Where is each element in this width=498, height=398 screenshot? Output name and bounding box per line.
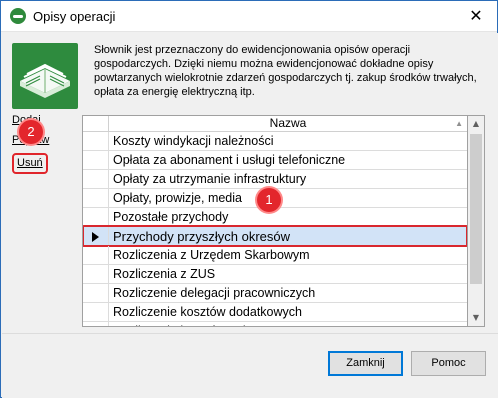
table-row[interactable]: Rozliczenie delegacji pracowniczych (83, 284, 467, 303)
table-row[interactable]: Rozliczenia z Urzędem Skarbowym (83, 246, 467, 265)
table-row[interactable]: Pozostałe przychody (83, 208, 467, 227)
delete-link[interactable]: Usuń (12, 153, 48, 174)
scroll-up-icon[interactable]: ▲ (468, 116, 484, 132)
row-indicator-cell (83, 246, 109, 265)
row-name-cell[interactable]: Pozostałe przychody (113, 208, 228, 227)
table-row[interactable]: Rozliczenie kosztów najmu (83, 322, 467, 326)
app-icon (10, 8, 26, 24)
row-indicator-cell (83, 189, 109, 208)
dialog-content: Słownik jest przeznaczony do ewidencjono… (2, 33, 498, 333)
sort-icon: ▲ (455, 119, 463, 128)
dialog-footer: Zamknij Pomoc (2, 333, 498, 398)
row-name-cell[interactable]: Przychody przyszłych okresów (113, 227, 290, 246)
table-row[interactable]: Opłata za abonament i usługi telefoniczn… (83, 151, 467, 170)
row-name-cell[interactable]: Koszty windykacji należności (113, 132, 274, 151)
table-row[interactable]: Opłaty za utrzymanie infrastruktury (83, 170, 467, 189)
table-row[interactable]: Rozliczenia z ZUS (83, 265, 467, 284)
scroll-thumb[interactable] (470, 134, 482, 284)
row-indicator-cell (83, 132, 109, 151)
current-row-arrow-icon (92, 232, 99, 242)
row-indicator-cell (83, 322, 109, 326)
title-bar[interactable]: Opisy operacji ✕ (1, 1, 497, 32)
window-title: Opisy operacji (33, 9, 116, 24)
row-indicator-cell (83, 170, 109, 189)
row-indicator-cell (83, 284, 109, 303)
close-window-button[interactable]: ✕ (465, 6, 487, 26)
grid-header: Nazwa ▲ (83, 116, 467, 132)
dictionary-description: Słownik jest przeznaczony do ewidencjono… (94, 44, 477, 98)
row-indicator-cell (83, 265, 109, 284)
row-name-cell[interactable]: Opłaty, prowizje, media (113, 189, 242, 208)
row-name-cell[interactable]: Rozliczenie delegacji pracowniczych (113, 284, 315, 303)
column-header-name[interactable]: Nazwa (109, 116, 467, 132)
help-button[interactable]: Pomoc (411, 351, 486, 376)
vertical-scrollbar[interactable]: ▲ ▼ (468, 115, 485, 327)
header-indicator-cell (83, 116, 109, 132)
annotation-badge-2: 2 (19, 120, 43, 144)
row-name-cell[interactable]: Rozliczenie kosztów najmu (113, 322, 263, 326)
annotation-badge-1: 1 (257, 188, 281, 212)
table-row-selected[interactable]: Przychody przyszłych okresów (83, 225, 467, 247)
book-icon (12, 43, 78, 109)
table-row[interactable]: Rozliczenie kosztów dodatkowych (83, 303, 467, 322)
side-actions: Dodaj Popraw Usuń (12, 113, 72, 174)
scroll-down-icon[interactable]: ▼ (468, 310, 484, 326)
grid-rows: Koszty windykacji należności Opłata za ab… (83, 132, 467, 326)
table-row[interactable]: Koszty windykacji należności (83, 132, 467, 151)
row-name-cell[interactable]: Rozliczenia z Urzędem Skarbowym (113, 246, 310, 265)
row-indicator-cell (83, 151, 109, 170)
row-name-cell[interactable]: Rozliczenie kosztów dodatkowych (113, 303, 302, 322)
row-indicator-cell (83, 208, 109, 227)
dialog-window: Opisy operacji ✕ Słownik jest przeznaczo… (0, 0, 498, 398)
operations-grid[interactable]: Nazwa ▲ Koszty windykacji należności Opła… (82, 115, 468, 327)
row-indicator-cell (83, 227, 109, 246)
row-indicator-cell (83, 303, 109, 322)
close-button[interactable]: Zamknij (328, 351, 403, 376)
row-name-cell[interactable]: Opłata za abonament i usługi telefoniczn… (113, 151, 345, 170)
row-name-cell[interactable]: Opłaty za utrzymanie infrastruktury (113, 170, 306, 189)
row-name-cell[interactable]: Rozliczenia z ZUS (113, 265, 215, 284)
